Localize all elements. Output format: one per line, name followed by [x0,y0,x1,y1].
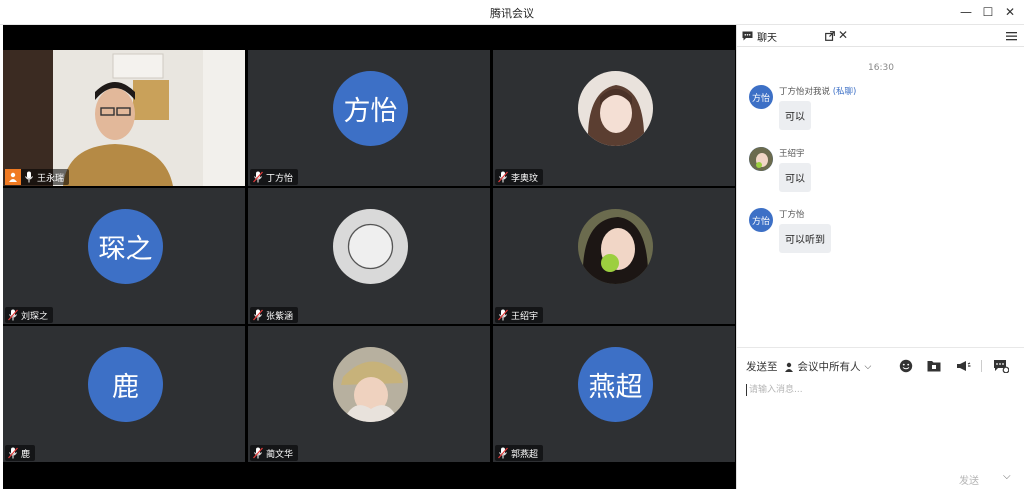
chat-title: 聊天 [757,33,777,44]
participant-name: 丁方怡 [266,173,294,184]
announcement-icon[interactable] [955,359,971,373]
sender-name: 王绍宇 [779,149,805,159]
send-options-chevron-icon[interactable]: ⌵ [1003,471,1011,482]
message-bubble: 可以 [779,101,811,130]
chat-bubble-icon [742,31,753,41]
window-title: 腾讯会议 [490,7,534,20]
participant-name-tag: 刘琛之 [5,307,54,323]
participant-avatar: 琛之 [88,209,163,284]
participant-avatar [333,347,408,422]
participant-tile[interactable]: 李奥玟 [493,50,735,186]
menu-icon[interactable] [1006,31,1017,41]
emoji-icon[interactable] [898,359,914,373]
participant-tile[interactable]: 方怡 丁方怡 [248,50,490,186]
meeting-window: 腾讯会议 — ☐ ✕ 王永瑞 方怡 丁方怡 李奥玟 琛之 刘琛之 张紫涵 王绍宇… [0,0,1024,489]
chevron-down-icon: ⌵ [864,361,872,372]
participant-avatar: 燕超 [578,347,653,422]
chat-panel: 聊天 ✕ 16:30 方怡 丁方怡对我说 (私聊) 可以 王绍宇 可以 方怡 丁… [736,25,1024,489]
participant-name: 刘琛之 [21,311,49,322]
participant-name: 王绍宇 [511,311,539,322]
participant-name-tag: 丁方怡 [250,169,299,185]
microphone-muted-icon [253,447,263,459]
participant-tile[interactable]: 蔺文华 [248,326,490,462]
sender-line: 丁方怡对我说 (私聊) [779,85,856,97]
close-button[interactable]: ✕ [999,3,1021,21]
maximize-button[interactable]: ☐ [977,3,999,21]
minimize-button[interactable]: — [955,3,977,21]
microphone-muted-icon [498,309,508,321]
chat-header: 聊天 ✕ [737,25,1024,47]
participant-tile[interactable]: 琛之 刘琛之 [3,188,245,324]
chat-composer: 发送至 会议中所有人 ⌵ 请输入消息... 发送 ⌵ [737,347,1024,489]
microphone-muted-icon [498,171,508,183]
participant-name-tag: 王绍宇 [495,307,544,323]
message-input[interactable]: 请输入消息... [746,384,1016,396]
title-bar: 腾讯会议 — ☐ ✕ [0,0,1024,25]
video-feed [3,50,245,186]
microphone-muted-icon [253,309,263,321]
participant-avatar [578,71,653,146]
participant-tile[interactable]: 王绍宇 [493,188,735,324]
close-chat-icon[interactable]: ✕ [838,28,848,42]
participant-name-tag: 李奥玟 [495,169,544,185]
sender-avatar: 方怡 [749,208,773,232]
microphone-muted-icon [498,447,508,459]
participant-name: 郭燕超 [511,449,539,460]
message-timestamp: 16:30 [868,63,894,73]
sender-name: 丁方怡对我说 [779,87,831,97]
participant-tile[interactable]: 燕超 郭燕超 [493,326,735,462]
message-bubble: 可以 [779,163,811,192]
private-tag[interactable]: (私聊) [833,87,857,97]
participant-avatar: 鹿 [88,347,163,422]
participant-name: 李奥玟 [511,173,539,184]
participant-tile[interactable]: 王永瑞 [3,50,245,186]
send-to-selector[interactable]: 发送至 会议中所有人 ⌵ [746,359,871,374]
chat-messages: 16:30 方怡 丁方怡对我说 (私聊) 可以 王绍宇 可以 方怡 丁方怡 可以… [737,47,1024,347]
folder-icon[interactable] [926,359,942,373]
microphone-muted-icon [8,447,18,459]
microphone-muted-icon [8,309,18,321]
participant-name-tag: 王永瑞 [5,169,70,185]
participant-name-tag: 张紫涵 [250,307,299,323]
participant-name-tag: 蔺文华 [250,445,299,461]
participant-name: 王永瑞 [37,173,65,184]
send-button[interactable]: 发送 [959,472,979,487]
participant-tile[interactable]: 鹿 鹿 [3,326,245,462]
participant-name: 蔺文华 [266,449,294,460]
microphone-muted-icon [253,171,263,183]
send-to-value: 会议中所有人 [797,361,861,373]
sender-avatar [749,147,773,171]
send-to-label: 发送至 [746,361,778,373]
toolbar-divider [981,360,982,372]
people-icon [784,362,793,372]
sender-avatar: 方怡 [749,85,773,109]
participant-avatar [333,209,408,284]
video-stage: 王永瑞 方怡 丁方怡 李奥玟 琛之 刘琛之 张紫涵 王绍宇 鹿 鹿 蔺文华 燕超… [3,25,736,489]
participant-name: 张紫涵 [266,311,294,322]
pop-out-icon[interactable] [825,31,835,41]
participant-name-tag: 鹿 [5,445,36,461]
participant-avatar [578,209,653,284]
host-icon [5,169,21,185]
sender-name: 丁方怡 [779,210,805,220]
message-bubble: 可以听到 [779,224,831,253]
microphone-icon [25,171,33,183]
participant-tile[interactable]: 张紫涵 [248,188,490,324]
participant-name-tag: 郭燕超 [495,445,544,461]
chat-settings-icon[interactable] [993,359,1009,373]
participant-grid: 王永瑞 方怡 丁方怡 李奥玟 琛之 刘琛之 张紫涵 王绍宇 鹿 鹿 蔺文华 燕超… [3,50,736,462]
participant-name: 鹿 [21,449,31,460]
participant-avatar: 方怡 [333,71,408,146]
